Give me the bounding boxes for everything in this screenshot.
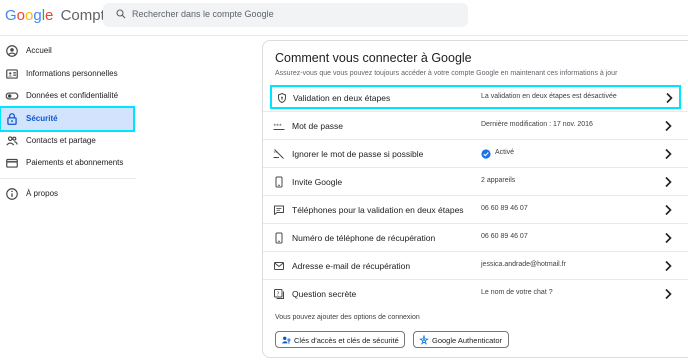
chip-label: Google Authenticator xyxy=(432,336,503,345)
row-label: Validation en deux étapes xyxy=(293,93,391,103)
logo-letter: e xyxy=(45,7,54,24)
sidebar-item-label: Accueil xyxy=(26,46,52,55)
logo-letter: o xyxy=(16,7,26,24)
row-email-recuperation[interactable]: Adresse e-mail de récupération jessica.a… xyxy=(263,251,688,279)
svg-text:***: *** xyxy=(274,124,283,130)
id-card-icon xyxy=(6,69,18,79)
row-label: Invite Google xyxy=(292,177,343,187)
sidebar-item-contacts[interactable]: Contacts et partage xyxy=(0,130,136,152)
row-value: 06 60 89 46 07 xyxy=(481,205,528,212)
search-placeholder: Rechercher dans le compte Google xyxy=(132,9,274,19)
password-icon: *** xyxy=(273,124,285,130)
account-circle-icon xyxy=(6,45,18,57)
logo-letter: G xyxy=(5,7,17,24)
lock-icon xyxy=(7,113,17,125)
row-value: La validation en deux étapes est désacti… xyxy=(481,93,617,100)
chevron-right-icon xyxy=(665,260,672,272)
row-value: Dernière modification : 17 nov. 2016 xyxy=(481,121,593,128)
people-icon xyxy=(6,136,18,146)
sidebar-item-label: Informations personnelles xyxy=(26,69,118,78)
card-subtitle: Assurez-vous que vous pouvez toujours ac… xyxy=(275,70,618,77)
sidebar-item-informations[interactable]: Informations personnelles xyxy=(0,63,136,85)
row-telephone-recuperation[interactable]: Numéro de téléphone de récupération 06 6… xyxy=(263,223,688,251)
row-value: jessica.andrade@hotmail.fr xyxy=(481,261,566,268)
row-mot-de-passe[interactable]: *** Mot de passe Dernière modification :… xyxy=(263,111,688,139)
sidebar-item-securite[interactable]: Sécurité xyxy=(0,106,135,132)
google-account-logo[interactable]: Google Compte xyxy=(5,7,113,24)
sidebar-item-label: À propos xyxy=(26,189,59,198)
sidebar-item-paiements[interactable]: Paiements et abonnements xyxy=(0,152,136,174)
chevron-right-icon xyxy=(665,204,672,216)
row-ignorer-mot-de-passe[interactable]: ** Ignorer le mot de passe si possible A… xyxy=(263,139,688,167)
authenticator-chip-button[interactable]: Google Authenticator xyxy=(413,331,509,348)
row-invite-google[interactable]: Invite Google 2 appareils xyxy=(263,167,688,195)
row-label: Ignorer le mot de passe si possible xyxy=(292,149,424,159)
chevron-right-icon xyxy=(666,92,673,104)
header-divider xyxy=(0,35,688,36)
svg-text:?: ? xyxy=(277,292,280,298)
authenticator-icon xyxy=(419,335,429,345)
top-bar: Google Compte Rechercher dans le compte … xyxy=(0,0,688,30)
search-icon xyxy=(116,9,126,19)
phone-icon xyxy=(275,176,283,188)
question-icon: ? xyxy=(274,289,284,299)
chevron-right-icon xyxy=(665,148,672,160)
passkeys-chip-button[interactable]: Clés d'accès et clés de sécurité xyxy=(275,331,405,348)
row-label: Question secrète xyxy=(292,289,357,299)
passkey-icon xyxy=(281,336,291,344)
row-telephones-validation[interactable]: Téléphones pour la validation en deux ét… xyxy=(263,195,688,223)
more-options-text: Vous pouvez ajouter des options de conne… xyxy=(275,314,420,321)
sidebar-item-accueil[interactable]: Accueil xyxy=(0,40,136,62)
sidebar-item-a-propos[interactable]: À propos xyxy=(0,183,136,205)
sidebar-item-label: Paiements et abonnements xyxy=(26,158,124,167)
row-validation-deux-etapes[interactable]: Validation en deux étapes La validation … xyxy=(270,85,681,109)
chevron-right-icon xyxy=(665,288,672,300)
row-question-secrete[interactable]: ? Question secrète Le nom de votre chat … xyxy=(263,279,688,307)
credit-card-icon xyxy=(6,158,18,168)
row-label: Téléphones pour la validation en deux ét… xyxy=(292,205,464,215)
toggle-icon xyxy=(5,92,19,100)
sidebar-item-label: Contacts et partage xyxy=(26,136,96,145)
chevron-right-icon xyxy=(665,232,672,244)
sidebar-item-label: Données et confidentialité xyxy=(26,91,119,100)
sidebar-item-donnees[interactable]: Données et confidentialité xyxy=(0,85,136,107)
sidebar-divider xyxy=(0,178,136,179)
sidebar-item-label: Sécurité xyxy=(26,114,58,123)
row-label: Adresse e-mail de récupération xyxy=(292,261,411,271)
search-input[interactable]: Rechercher dans le compte Google xyxy=(103,3,468,27)
info-icon xyxy=(6,188,18,200)
skip-password-icon: ** xyxy=(273,149,284,159)
chevron-right-icon xyxy=(665,120,672,132)
message-icon xyxy=(274,205,284,215)
row-value: 06 60 89 46 07 xyxy=(481,233,528,240)
card-title: Comment vous connecter à Google xyxy=(275,51,472,65)
chip-label: Clés d'accès et clés de sécurité xyxy=(294,336,399,345)
row-value: Activé xyxy=(495,149,515,156)
logo-letter: g xyxy=(33,7,42,24)
row-value: 2 appareils xyxy=(481,177,516,184)
phone-icon xyxy=(275,232,283,244)
row-value: Le nom de votre chat ? xyxy=(481,289,553,296)
mail-icon xyxy=(274,262,284,270)
shield-icon xyxy=(278,92,286,104)
check-circle-icon xyxy=(481,149,491,159)
row-label: Mot de passe xyxy=(292,121,344,131)
chevron-right-icon xyxy=(665,176,672,188)
row-label: Numéro de téléphone de récupération xyxy=(292,233,436,243)
